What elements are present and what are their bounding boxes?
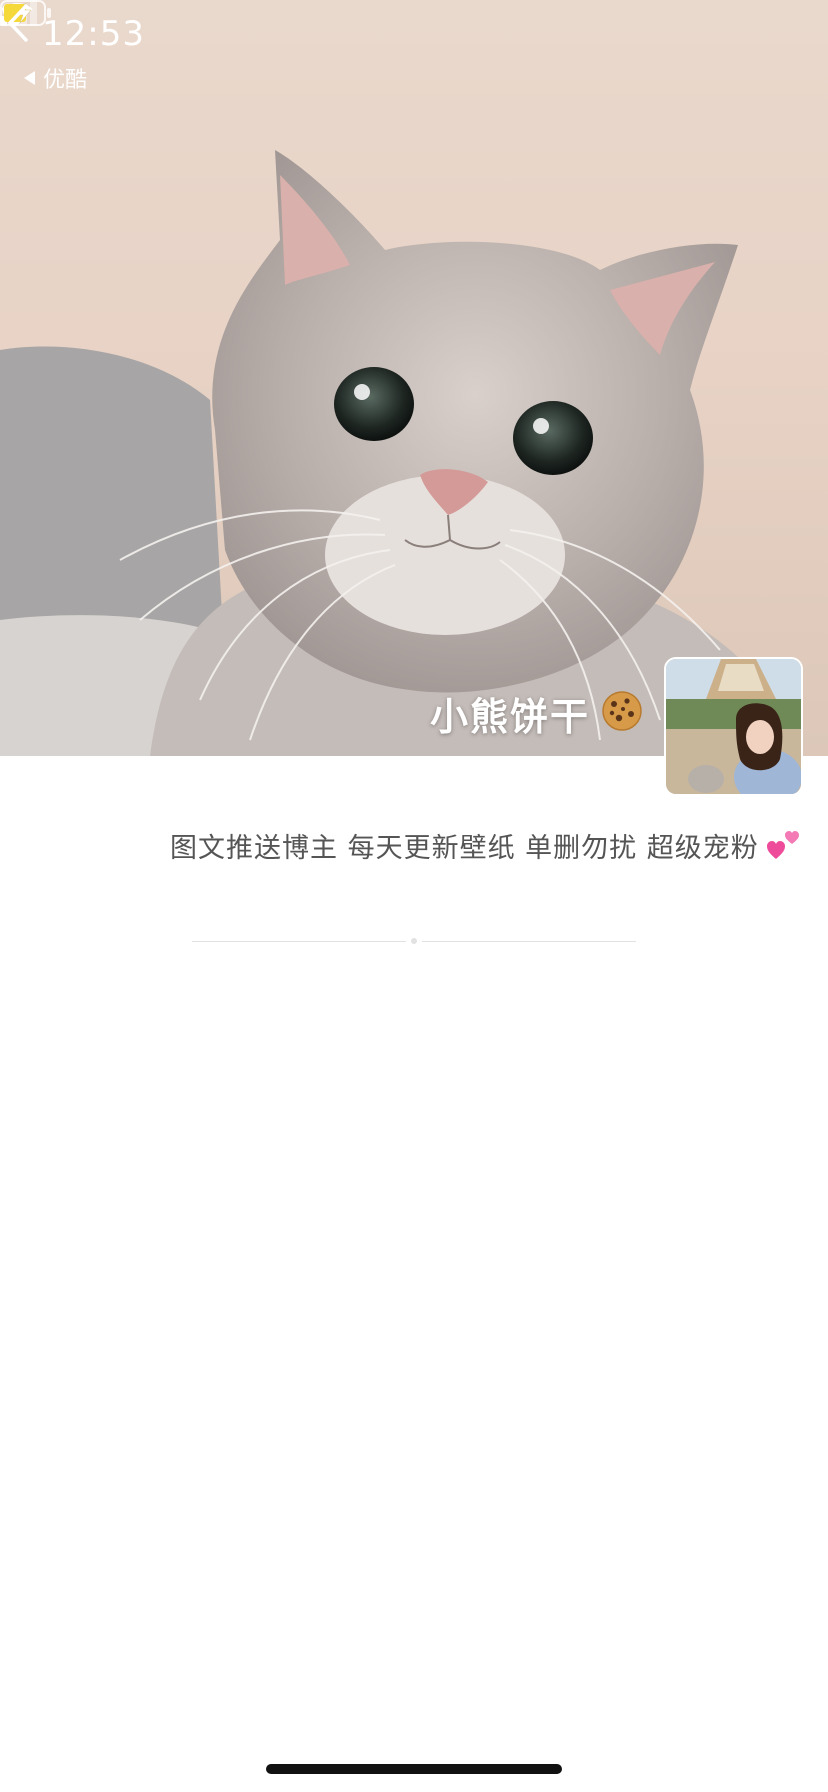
divider-left xyxy=(192,941,406,942)
back-to-app-link[interactable]: 优酷 xyxy=(24,62,87,94)
profile-bio: 图文推送博主 每天更新壁纸 单删勿扰 超级宠粉 xyxy=(170,833,759,864)
cat-photo xyxy=(0,150,800,756)
divider-right xyxy=(422,941,636,942)
avatar-photo xyxy=(666,659,801,794)
status-bar: 12:53 优酷 xyxy=(0,0,828,93)
divider-dot xyxy=(411,938,417,944)
profile-name: 小熊饼干 xyxy=(430,695,591,739)
chevron-left-icon[interactable] xyxy=(0,0,36,46)
avatar[interactable] xyxy=(664,657,803,796)
profile-cover-image: 12:53 优酷 小熊饼干 xyxy=(0,0,828,756)
cookie-icon xyxy=(602,691,642,731)
back-app-label: 优酷 xyxy=(43,68,88,93)
two-hearts-icon xyxy=(767,831,799,859)
home-indicator[interactable] xyxy=(266,1764,562,1774)
back-triangle-icon xyxy=(24,71,35,85)
status-time: 12:53 xyxy=(42,14,145,54)
